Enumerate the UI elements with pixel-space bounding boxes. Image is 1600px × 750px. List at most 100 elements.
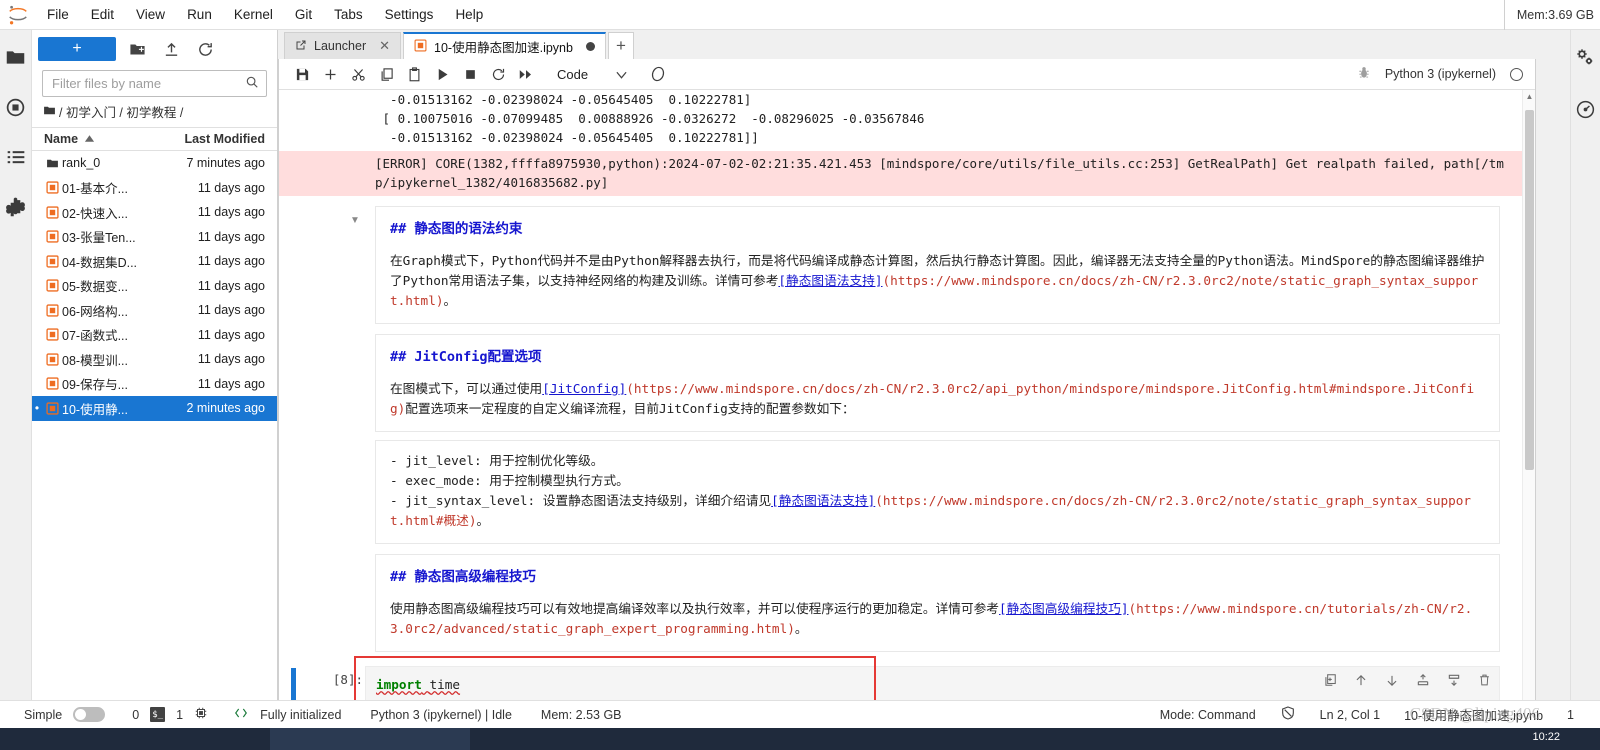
upload-icon[interactable] [158,37,184,61]
menu-item-edit[interactable]: Edit [80,1,125,29]
file-list-item[interactable]: 08-模型训... 11 days ago [32,347,277,372]
notebook-scrollbar[interactable]: ▲ ▼ [1522,90,1535,719]
file-list-item-modified: 7 minutes ago [186,156,265,171]
menu-item-view[interactable]: View [125,1,176,29]
column-header-name[interactable]: Name [32,132,165,146]
terminal-icon[interactable]: $_ [150,707,166,722]
menu-item-git[interactable]: Git [284,1,323,29]
notebook-icon [42,206,62,219]
collapse-chevron-down-icon[interactable]: ▼ [350,215,360,226]
stop-icon[interactable] [457,62,483,86]
menu-item-settings[interactable]: Settings [374,1,445,29]
kernel-icon[interactable] [194,706,208,723]
run-icon[interactable] [429,62,455,86]
file-list-item[interactable]: 06-网络构... 11 days ago [32,298,277,323]
kernel-idle-circle-icon[interactable] [1510,67,1523,81]
paste-icon[interactable] [401,62,427,86]
stop-circle-icon[interactable] [3,94,29,120]
file-list-item[interactable]: 03-张量Ten... 11 days ago [32,225,277,250]
terminals-count: 0 [132,707,140,722]
markdown-heading-1: ## 静态图的语法约束 [390,221,523,237]
cursor-position-label[interactable]: Ln 2, Col 1 [1320,708,1380,722]
md-link[interactable]: [JitConfig] [542,381,626,396]
notebook-panel: Code Python 3 (ipykernel) -0.01513162 -0… [278,59,1536,720]
menu-item-file[interactable]: File [36,1,80,29]
notebook-cells: -0.01513162 -0.02398024 -0.05645405 0.10… [279,90,1522,719]
kernel-name-label[interactable]: Python 3 (ipykernel) [1385,67,1496,81]
cell-type-dropdown[interactable]: Code [551,67,633,82]
md-text: 使用静态图高级编程技巧可以有效地提高编译效率以及执行效率，并可以使程序运行的更加… [390,601,999,616]
file-list-item-name: 07-函数式... [62,329,128,344]
scrollbar-thumb[interactable] [1525,110,1534,470]
move-cell-down-icon[interactable] [1384,672,1399,688]
bug-icon[interactable] [1357,66,1371,83]
scroll-up-arrow-icon[interactable]: ▲ [1523,90,1535,103]
save-icon[interactable] [289,62,315,86]
markdown-cell-3[interactable]: - jit_level: 用于控制优化等级。 - exec_mode: 用于控制… [375,440,1500,544]
copy-icon[interactable] [373,62,399,86]
file-list-item[interactable]: 02-快速入... 11 days ago [32,200,277,225]
new-tab-button[interactable]: + [607,32,634,59]
file-list-item-name: 01-基本介... [62,182,128,197]
page-number-label: 1 [1567,707,1574,722]
close-icon[interactable]: ✕ [379,38,390,54]
markdown-paragraph-3: - jit_level: 用于控制优化等级。 - exec_mode: 用于控制… [390,451,1485,531]
kernel-info-label[interactable]: Python 3 (ipykernel) | Idle [370,708,512,722]
markdown-cell-2[interactable]: ## JitConfig配置选项 在图模式下，可以通过使用[JitConfig]… [375,334,1500,432]
markdown-cell-1[interactable]: ▼ ## 静态图的语法约束 在Graph模式下，Python代码并不是由Pyth… [350,206,1500,324]
file-list-item[interactable]: 01-基本介... 11 days ago [32,176,277,201]
tab-notebook[interactable]: 10-使用静态图加速.ipynb [403,32,606,59]
property-inspector-icon[interactable] [1573,44,1599,70]
menu-item-help[interactable]: Help [444,1,494,29]
notebook-toolbar: Code Python 3 (ipykernel) [279,59,1535,90]
trusted-icon[interactable] [645,62,671,86]
markdown-cell-4[interactable]: ## 静态图高级编程技巧 使用静态图高级编程技巧可以有效地提高编译效率以及执行效… [375,554,1500,652]
not-trusted-shield-icon[interactable] [1280,705,1296,724]
search-input[interactable] [50,75,245,92]
delete-cell-icon[interactable] [1477,672,1492,688]
insert-cell-above-icon[interactable] [1415,672,1430,688]
md-text: - jit_level: 用于控制优化等级。 - exec_mode: 用于控制… [390,453,772,508]
md-link[interactable]: [静态图语法支持] [778,273,882,288]
file-list-item[interactable]: 09-保存与... 11 days ago [32,372,277,397]
move-cell-up-icon[interactable] [1353,672,1368,688]
new-launcher-button[interactable]: + [38,37,116,61]
insert-cell-below-icon[interactable] [1446,672,1461,688]
menu-item-tabs[interactable]: Tabs [323,1,374,29]
code-brackets-icon[interactable] [233,706,249,723]
folder-icon[interactable] [3,44,29,70]
refresh-icon[interactable] [192,37,218,61]
restart-run-all-icon[interactable] [513,62,539,86]
file-list-item[interactable]: 05-数据变... 11 days ago [32,274,277,299]
notebook-icon [42,181,62,194]
duplicate-cell-icon[interactable] [1322,672,1337,688]
file-list-item[interactable]: rank_0 7 minutes ago [32,151,277,176]
md-link[interactable]: [静态图高级编程技巧] [999,601,1128,616]
md-text-end: 配置选项来一定程度的自定义编译流程，目前JitConfig支持的配置参数如下： [405,401,855,416]
md-link[interactable]: [静态图语法支持] [771,493,875,508]
puzzle-icon[interactable] [3,194,29,220]
simple-mode-toggle[interactable] [73,707,106,722]
tab-launcher[interactable]: Launcher ✕ [284,32,402,59]
breadcrumb[interactable]: / 初学入门 / 初学教程 / [32,97,277,127]
file-list-item-name: 06-网络构... [62,304,128,319]
new-folder-icon[interactable] [124,37,150,61]
restart-icon[interactable] [485,62,511,86]
unsaved-indicator-icon[interactable] [585,42,595,51]
cell-type-value: Code [557,66,589,82]
file-list-item[interactable]: 07-函数式... 11 days ago [32,323,277,348]
file-list-item[interactable]: • 10-使用静... 2 minutes ago [32,396,277,421]
git-status-label[interactable]: Fully initialized [260,708,341,722]
file-list-item[interactable]: 04-数据集D... 11 days ago [32,249,277,274]
cut-icon[interactable] [345,62,371,86]
menu-item-run[interactable]: Run [176,1,223,29]
dashboard-gauge-icon[interactable] [1573,96,1599,122]
insert-cell-icon[interactable] [317,62,343,86]
column-header-modified[interactable]: Last Modified [165,132,277,146]
filter-files-box[interactable] [42,70,267,97]
list-icon[interactable] [3,144,29,170]
taskbar-window-button[interactable] [270,728,470,750]
menu-item-kernel[interactable]: Kernel [223,1,284,29]
stream-output-top: -0.01513162 -0.02398024 -0.05645405 0.10… [279,90,1522,147]
tab-bar: Launcher ✕ 10-使用静态图加速.ipynb + [278,30,1570,59]
